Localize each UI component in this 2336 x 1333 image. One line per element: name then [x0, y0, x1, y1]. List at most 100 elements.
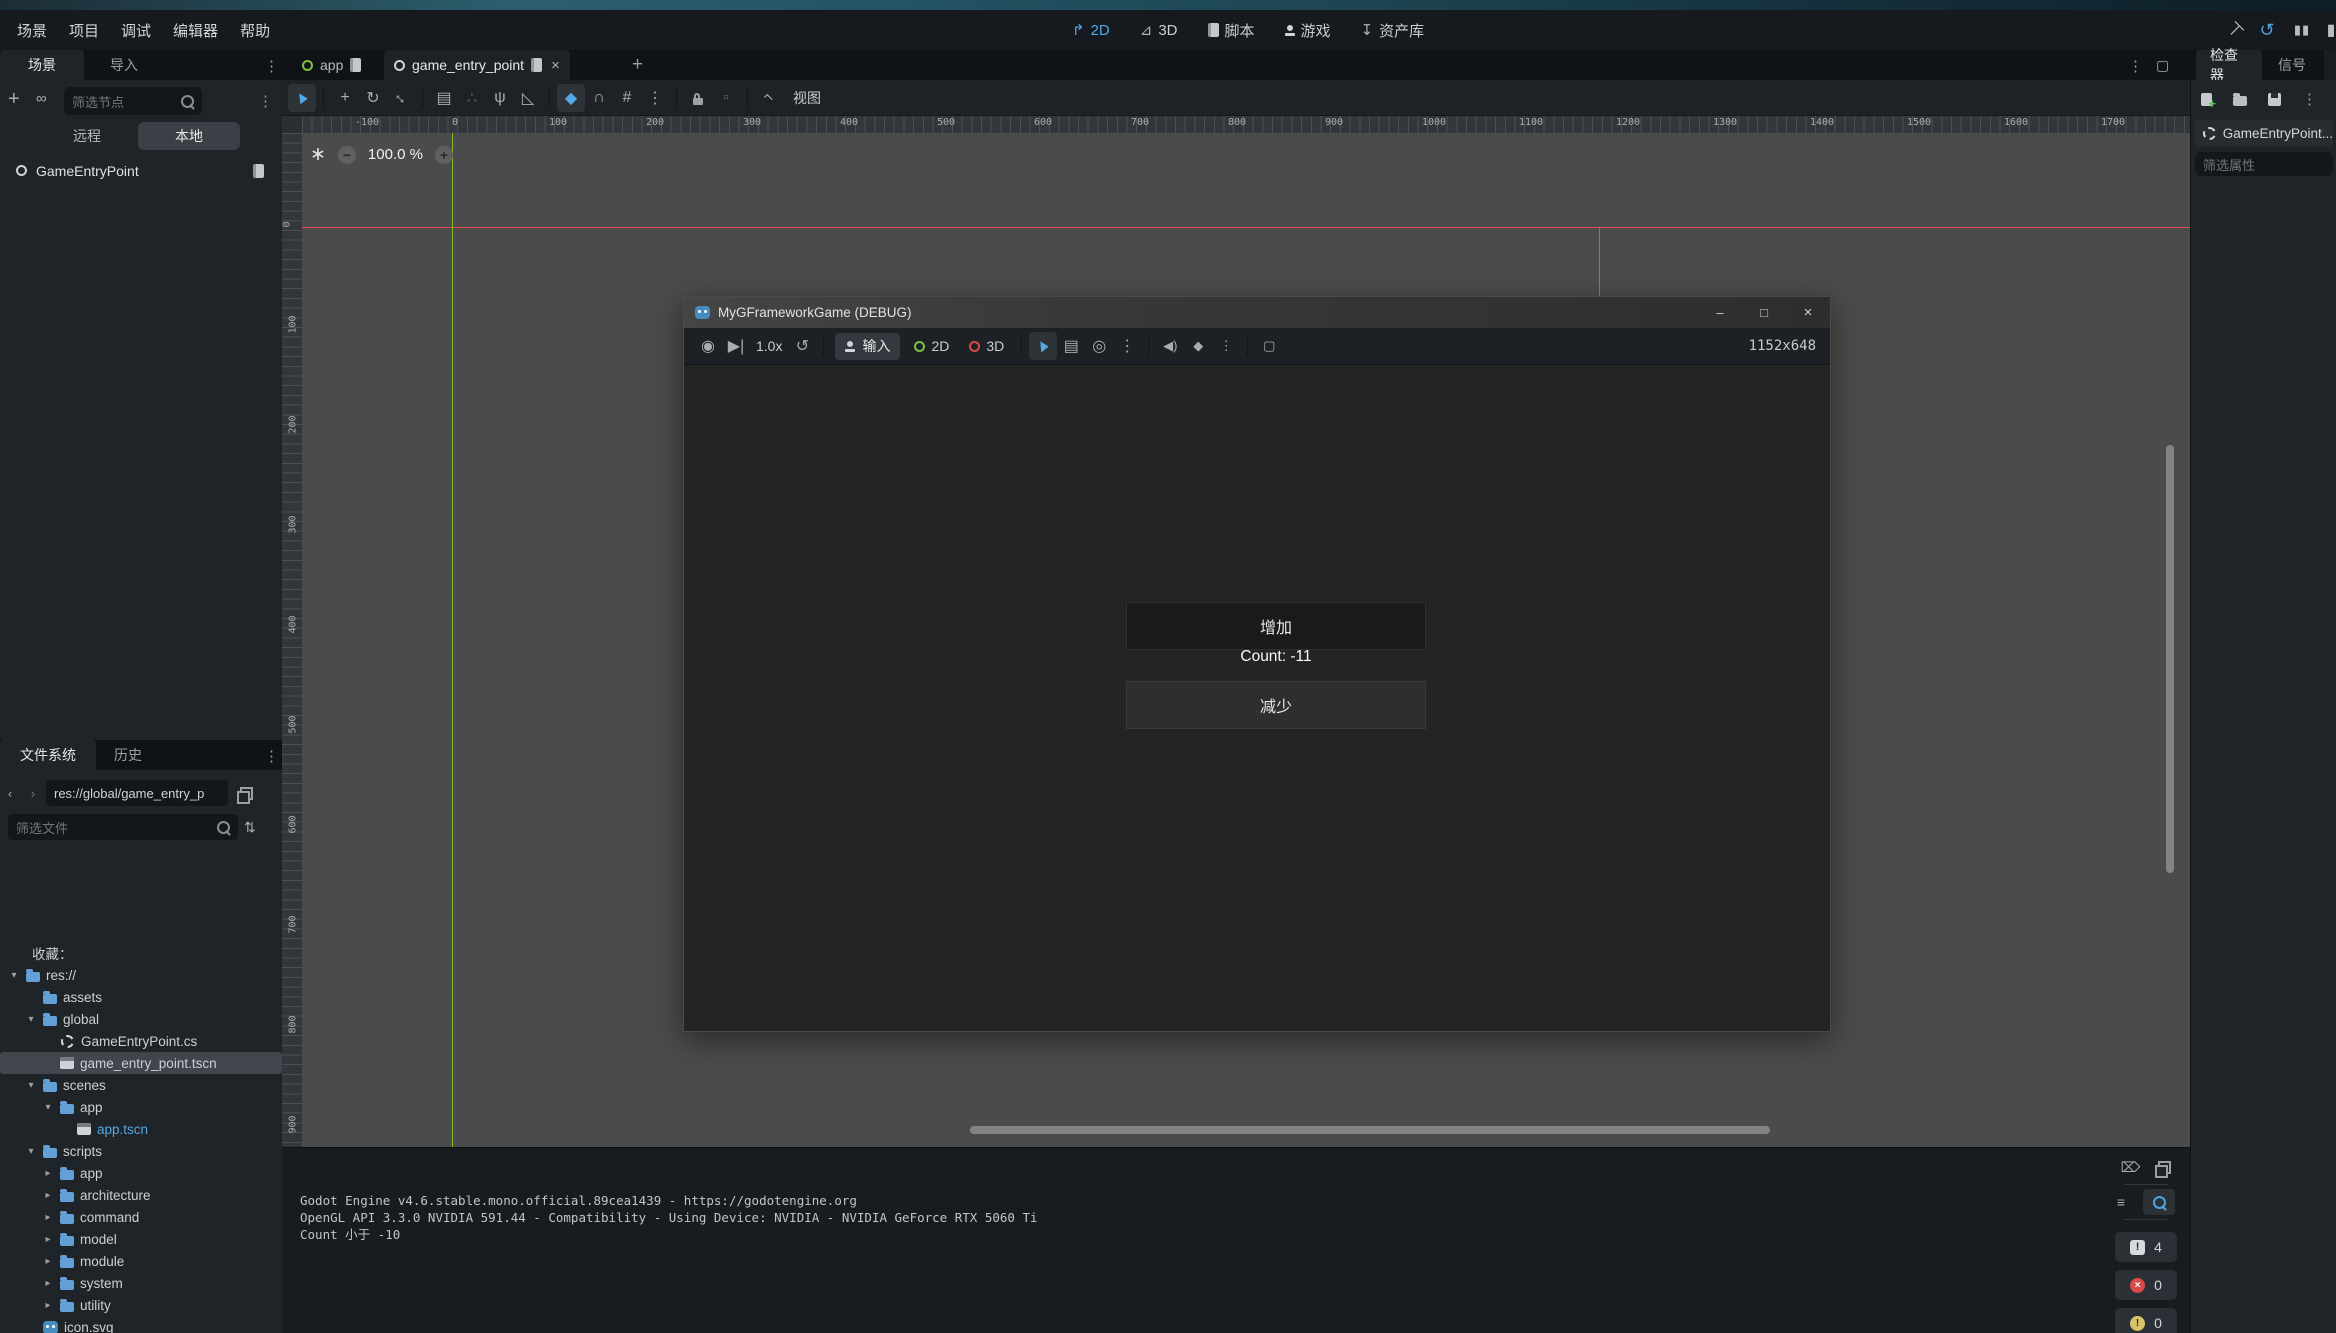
dock-tab-menu-icon[interactable]: ⋮ [264, 57, 279, 75]
menu-item[interactable]: 帮助 [229, 20, 281, 41]
audio-mute-icon[interactable]: ◀) [1156, 332, 1184, 360]
increase-button[interactable]: 增加 [1126, 602, 1426, 650]
file-tree-row[interactable]: ▾ app [0, 1096, 282, 1118]
input-toggle[interactable]: 输入 [835, 333, 900, 360]
zoom-percentage[interactable]: 100.0 % [368, 146, 423, 163]
pixel-snap-icon[interactable]: ∴ [458, 84, 486, 112]
chevron-icon[interactable]: ▸ [42, 1256, 54, 1267]
chevron-icon[interactable]: ▾ [25, 1014, 37, 1025]
scene-filter-input[interactable]: 筛选节点 [64, 87, 202, 115]
workspace-button[interactable]: ↧ 资产库 [1361, 20, 1425, 41]
clear-output-icon[interactable]: ⌦ [2121, 1159, 2141, 1176]
chevron-icon[interactable]: ▾ [42, 1102, 54, 1113]
snap-magnet-icon[interactable]: ∩ [585, 84, 613, 112]
workspace-button[interactable]: 游戏 [1285, 20, 1331, 41]
suspend-icon[interactable]: ◉ [694, 332, 722, 360]
file-tree-row[interactable]: ▸ model [0, 1228, 282, 1250]
chevron-icon[interactable]: ▸ [42, 1234, 54, 1245]
grid-snap-icon[interactable]: # [613, 84, 641, 112]
workspace-button[interactable]: 脚本 [1208, 20, 1255, 41]
file-tree-row[interactable]: ▸ command [0, 1206, 282, 1228]
chevron-icon[interactable]: ▸ [42, 1212, 54, 1223]
zoom-out-button[interactable]: − [338, 146, 356, 164]
new-scene-tab-button[interactable]: + [632, 50, 643, 80]
ungroup-icon[interactable]: ▫ [712, 84, 740, 112]
split-view-icon[interactable] [240, 787, 253, 800]
view-menu[interactable]: 视图 [793, 88, 821, 108]
pan-tool-icon[interactable]: ψ [486, 84, 514, 112]
nav-back-icon[interactable]: ‹ [0, 786, 20, 801]
chevron-icon[interactable]: ▸ [42, 1190, 54, 1201]
tab-filesystem[interactable]: 文件系统 [0, 740, 96, 770]
next-frame-icon[interactable]: ▶| [722, 332, 750, 360]
maximize-button[interactable]: □ [1742, 297, 1786, 328]
mode-3d-button[interactable]: 3D [969, 338, 1004, 354]
sort-files-icon[interactable]: ⇅ [244, 819, 256, 836]
camera-icon[interactable]: ◆ [1184, 332, 1212, 360]
chevron-icon[interactable]: ▸ [42, 1168, 54, 1179]
chevron-icon[interactable]: ▾ [25, 1080, 37, 1091]
snap-options-icon[interactable]: ⋮ [641, 84, 669, 112]
dock-tab-import[interactable]: 导入 [84, 50, 164, 80]
file-tree-row[interactable]: game_entry_point.tscn [0, 1052, 282, 1074]
file-tree-row[interactable]: icon.svg [0, 1316, 282, 1333]
camera-override-icon[interactable]: ◎ [1085, 332, 1113, 360]
minimize-button[interactable]: – [1698, 297, 1742, 328]
message-count-badge[interactable]: ! 4 [2115, 1232, 2177, 1262]
scale-tool-icon[interactable]: ↔ [387, 84, 415, 112]
smart-snap-icon[interactable]: ◆ [557, 84, 585, 112]
workspace-button[interactable]: ↱ 2D [1072, 21, 1110, 39]
load-resource-icon[interactable] [2233, 96, 2247, 106]
stop-button[interactable]: ▮ [2326, 20, 2336, 40]
scene-tab-app[interactable]: app [292, 50, 371, 80]
lock-icon[interactable] [684, 84, 712, 112]
collapse-tree-icon[interactable]: ≡ [2117, 1194, 2125, 1210]
game-options-icon[interactable]: ⋮ [1113, 332, 1141, 360]
select-tool-icon[interactable]: ▲ [288, 84, 316, 112]
file-tree-row[interactable]: ▸ utility [0, 1294, 282, 1316]
workspace-button[interactable]: ⊿ 3D [1140, 21, 1178, 39]
dock-tab-inspector[interactable]: 检查器 [2196, 50, 2262, 80]
skeleton-icon[interactable]: ⌐ [755, 84, 783, 112]
file-tree-row[interactable]: GameEntryPoint.cs [0, 1030, 282, 1052]
speed-select[interactable]: 1.0x [756, 338, 782, 354]
file-tree-row[interactable]: ▾ res:// [0, 964, 282, 986]
scene-tabs-menu-icon[interactable]: ⋮ [2128, 57, 2143, 75]
chevron-icon[interactable]: ▾ [25, 1146, 37, 1157]
scene-tab-game-entry-point[interactable]: game_entry_point × [384, 50, 570, 80]
ruler-tool-icon[interactable]: ◺ [514, 84, 542, 112]
center-view-icon[interactable]: ∗ [310, 143, 326, 166]
file-filter-input[interactable]: 筛选文件 [8, 814, 238, 840]
close-tab-icon[interactable]: × [551, 57, 560, 74]
canvas-vertical-scrollbar[interactable] [2166, 445, 2174, 873]
dock-tab-signals[interactable]: 信号 [2264, 50, 2320, 80]
canvas-horizontal-scrollbar[interactable] [970, 1126, 1770, 1134]
save-resource-icon[interactable] [2268, 93, 2281, 106]
warning-count-badge[interactable]: ! 0 [2115, 1308, 2177, 1333]
file-tree-row[interactable]: 收藏： [0, 942, 282, 964]
remote-button[interactable]: 远程 [36, 122, 138, 150]
file-tree-row[interactable]: ▾ scripts [0, 1140, 282, 1162]
chevron-icon[interactable]: ▾ [8, 970, 20, 981]
move-tool-icon[interactable]: + [331, 84, 359, 112]
debug-options-icon[interactable]: ⋮ [1212, 332, 1240, 360]
script-icon[interactable] [253, 164, 264, 178]
chevron-icon[interactable]: ▸ [42, 1300, 54, 1311]
menu-item[interactable]: 调试 [110, 20, 162, 41]
local-button[interactable]: 本地 [138, 122, 240, 150]
file-tree-row[interactable]: ▾ global [0, 1008, 282, 1030]
game-list-select-icon[interactable]: ▤ [1057, 332, 1085, 360]
list-select-icon[interactable]: ▤ [430, 84, 458, 112]
pause-button[interactable]: ▮▮ [2291, 22, 2313, 38]
rotate-tool-icon[interactable]: ↻ [359, 84, 387, 112]
menu-item[interactable]: 场景 [6, 20, 58, 41]
reload-button[interactable]: ↺ [2256, 20, 2278, 41]
property-filter-input[interactable]: 筛选属性 [2195, 152, 2333, 176]
window-title-bar[interactable]: MyGFrameworkGame (DEBUG) – □ × [684, 297, 1830, 328]
file-tree-row[interactable]: ▸ module [0, 1250, 282, 1272]
scene-tree-root-node[interactable]: GameEntryPoint [0, 158, 282, 183]
add-node-icon[interactable]: + [8, 88, 20, 111]
filesystem-menu-icon[interactable]: ⋮ [264, 747, 279, 765]
file-tree-row[interactable]: assets [0, 986, 282, 1008]
menu-item[interactable]: 编辑器 [162, 20, 229, 41]
